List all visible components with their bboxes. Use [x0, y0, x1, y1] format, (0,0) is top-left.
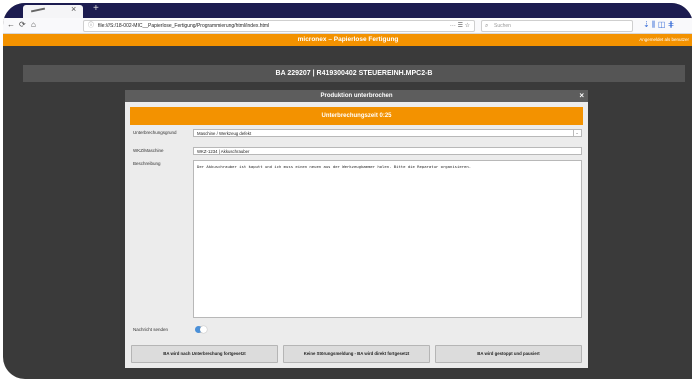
- back-icon[interactable]: ←: [7, 20, 15, 29]
- search-placeholder: Suchen: [494, 23, 511, 29]
- reason-value: Maschine / Werkzeug defekt: [197, 131, 252, 136]
- reason-select[interactable]: Maschine / Werkzeug defekt ⌄: [193, 129, 582, 137]
- description-label: Beschreibung: [133, 161, 161, 166]
- url-bar[interactable]: ⓘ file:///S:/18-002-MIC__Papierlose_Fert…: [83, 20, 475, 32]
- order-title: BA 229207 | R419300402 STEUEREINH.MPC2-B: [275, 70, 433, 77]
- no-fault-button[interactable]: Keine Störungsmeldung - BA wird direkt f…: [283, 345, 430, 363]
- tab-loading-icon: [30, 7, 46, 13]
- screen: × + ← ⟳ ⌂ ⓘ file:///S:/18-002-MIC__Papie…: [3, 3, 692, 379]
- order-bar: BA 229207 | R419300402 STEUEREINH.MPC2-B: [23, 65, 685, 82]
- app-title: micronex – Papierlose Fertigung: [297, 36, 399, 43]
- notify-toggle[interactable]: [195, 326, 207, 333]
- url-text: file:///S:/18-002-MIC__Papierlose_Fertig…: [98, 23, 270, 29]
- description-textarea[interactable]: Der Akkuschrauber ist kaputt und ich mus…: [193, 160, 582, 318]
- reason-label: Unterbrechungsgrund: [133, 130, 177, 135]
- search-input[interactable]: ⌕ Suchen: [481, 20, 633, 32]
- browser-nav-bar: ← ⟳ ⌂ ⓘ file:///S:/18-002-MIC__Papierlos…: [3, 18, 692, 34]
- modal-title: Produktion unterbrochen: [320, 93, 393, 99]
- home-icon[interactable]: ⌂: [31, 20, 36, 29]
- tool-label: WKZ/Maschine: [133, 148, 164, 153]
- interruption-modal: Produktion unterbrochen × Unterbrechungs…: [125, 90, 588, 368]
- tool-value: WKZ-1234 | Akkuschrauber: [197, 149, 250, 154]
- user-info[interactable]: Angemeldet als benutzer: [639, 34, 689, 46]
- chevron-down-icon[interactable]: ⌄: [573, 130, 580, 136]
- app-header: micronex – Papierlose Fertigung Angemeld…: [3, 34, 692, 46]
- info-icon[interactable]: ⓘ: [88, 21, 94, 31]
- toggle-knob: [200, 326, 207, 333]
- close-icon[interactable]: ×: [579, 90, 584, 102]
- modal-header: Produktion unterbrochen ×: [125, 90, 588, 102]
- search-icon: ⌕: [485, 23, 489, 29]
- toolbar-icons[interactable]: ⇣ ⫼ ◫ ⋕: [643, 20, 674, 30]
- stop-button[interactable]: BA wird gestoppt und pausiert: [435, 345, 582, 363]
- notify-label: Nachricht senden: [133, 327, 169, 332]
- url-actions[interactable]: ··· ☰ ☆: [450, 21, 470, 31]
- reload-icon[interactable]: ⟳: [19, 20, 26, 29]
- interruption-timer: Unterbrechungszeit 0:25: [130, 107, 583, 125]
- tool-field[interactable]: WKZ-1234 | Akkuschrauber: [193, 147, 582, 155]
- timer-text: Unterbrechungszeit 0:25: [321, 113, 392, 119]
- tab-close-icon[interactable]: ×: [71, 4, 76, 14]
- continue-after-button[interactable]: BA wird nach Unterbrechung fortgesetzt: [131, 345, 278, 363]
- browser-tab-strip: × +: [3, 3, 692, 18]
- new-tab-icon[interactable]: +: [93, 3, 99, 14]
